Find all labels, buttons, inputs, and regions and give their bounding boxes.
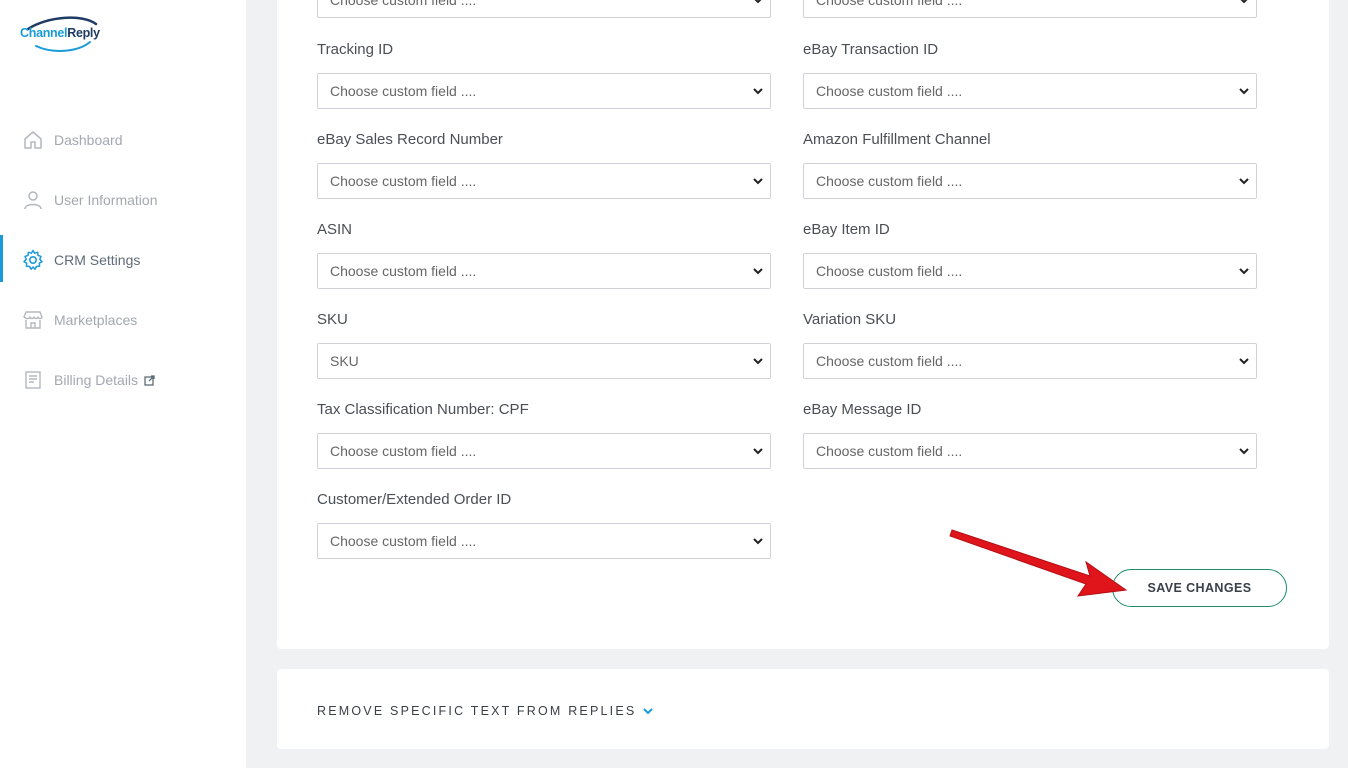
chevron-down-icon (1239, 178, 1249, 185)
chevron-down-icon (753, 358, 763, 365)
sidebar-item-dashboard[interactable]: Dashboard (0, 110, 246, 170)
chevron-down-icon (753, 268, 763, 275)
sidebar-item-marketplaces[interactable]: Marketplaces (0, 290, 246, 350)
select-value: Choose custom field .... (330, 173, 477, 189)
logo-text-channel: Channel (20, 26, 68, 40)
sidebar: ChannelReply Dashboard User Information … (0, 0, 246, 768)
store-icon (22, 309, 44, 331)
chevron-down-icon (1240, 0, 1248, 4)
chevron-down-icon (1239, 358, 1249, 365)
section-title: REMOVE SPECIFIC TEXT FROM REPLIES (317, 704, 637, 718)
select-amazon-fulfillment-channel[interactable]: Choose custom field .... (803, 163, 1257, 199)
select-sku[interactable]: SKU (317, 343, 771, 379)
select-ebay-sales-record-number[interactable]: Choose custom field .... (317, 163, 771, 199)
select-value: Choose custom field .... (816, 353, 963, 369)
label-asin: ASIN (317, 221, 353, 238)
label-ebay-item-id: eBay Item ID (803, 221, 890, 238)
sidebar-item-billing-details[interactable]: Billing Details (0, 350, 246, 410)
label-ebay-message-id: eBay Message ID (803, 401, 922, 418)
remove-text-section-toggle[interactable]: REMOVE SPECIFIC TEXT FROM REPLIES (317, 704, 654, 718)
chevron-down-icon (753, 448, 763, 455)
channelreply-logo[interactable]: ChannelReply (18, 16, 108, 56)
select-customer-extended-order-id[interactable]: Choose custom field .... (317, 523, 771, 559)
chevron-down-icon (753, 538, 763, 545)
select-value: Choose custom field .... (816, 0, 963, 8)
label-customer-extended-order-id: Customer/Extended Order ID (317, 491, 512, 508)
sidebar-nav: Dashboard User Information CRM Settings … (0, 110, 246, 410)
sidebar-item-label: Dashboard (54, 132, 123, 148)
label-ebay-sales-record-number: eBay Sales Record Number (317, 131, 503, 148)
label-ebay-transaction-id: eBay Transaction ID (803, 41, 939, 58)
home-icon (22, 129, 44, 151)
select-value: Choose custom field .... (330, 533, 477, 549)
chevron-down-icon (753, 178, 763, 185)
select-custom-field-top-left[interactable]: Choose custom field .... (317, 0, 771, 18)
receipt-icon (22, 369, 44, 391)
select-value: Choose custom field .... (330, 0, 477, 8)
sidebar-item-label: User Information (54, 192, 158, 208)
select-value: Choose custom field .... (330, 443, 477, 459)
select-ebay-transaction-id[interactable]: Choose custom field .... (803, 73, 1257, 109)
sidebar-item-crm-settings[interactable]: CRM Settings (0, 230, 246, 290)
select-value: SKU (330, 353, 359, 369)
label-sku: SKU (317, 311, 348, 328)
select-tracking-id[interactable]: Choose custom field .... (317, 73, 771, 109)
save-changes-button[interactable]: SAVE CHANGES (1112, 569, 1287, 607)
user-icon (22, 189, 44, 211)
sidebar-item-label: CRM Settings (54, 252, 141, 268)
sidebar-item-label: Marketplaces (54, 312, 138, 328)
select-custom-field-top-right[interactable]: Choose custom field .... (803, 0, 1257, 18)
external-link-icon (144, 374, 155, 386)
remove-text-section-card: REMOVE SPECIFIC TEXT FROM REPLIES (277, 669, 1329, 749)
label-tax-classification-number: Tax Classification Number: CPF (317, 401, 529, 418)
select-asin[interactable]: Choose custom field .... (317, 253, 771, 289)
select-value: Choose custom field .... (816, 173, 963, 189)
chevron-down-icon (1239, 88, 1249, 95)
chevron-down-icon (643, 708, 654, 715)
sidebar-item-user-information[interactable]: User Information (0, 170, 246, 230)
sidebar-item-label: Billing Details (54, 372, 139, 388)
select-variation-sku[interactable]: Choose custom field .... (803, 343, 1257, 379)
chevron-down-icon (753, 88, 763, 95)
chevron-down-icon (1239, 448, 1249, 455)
select-ebay-message-id[interactable]: Choose custom field .... (803, 433, 1257, 469)
select-value: Choose custom field .... (816, 443, 963, 459)
chevron-down-icon (1239, 268, 1249, 275)
select-value: Choose custom field .... (330, 83, 477, 99)
select-value: Choose custom field .... (816, 263, 963, 279)
logo-text-reply: Reply (67, 26, 100, 40)
chevron-down-icon (754, 0, 762, 4)
custom-fields-card: Choose custom field .... Choose custom f… (277, 0, 1329, 649)
select-value: Choose custom field .... (816, 83, 963, 99)
gear-icon (22, 249, 44, 271)
select-value: Choose custom field .... (330, 263, 477, 279)
label-variation-sku: Variation SKU (803, 311, 897, 328)
label-amazon-fulfillment-channel: Amazon Fulfillment Channel (803, 131, 991, 148)
select-tax-classification-number[interactable]: Choose custom field .... (317, 433, 771, 469)
select-ebay-item-id[interactable]: Choose custom field .... (803, 253, 1257, 289)
label-tracking-id: Tracking ID (317, 41, 394, 58)
